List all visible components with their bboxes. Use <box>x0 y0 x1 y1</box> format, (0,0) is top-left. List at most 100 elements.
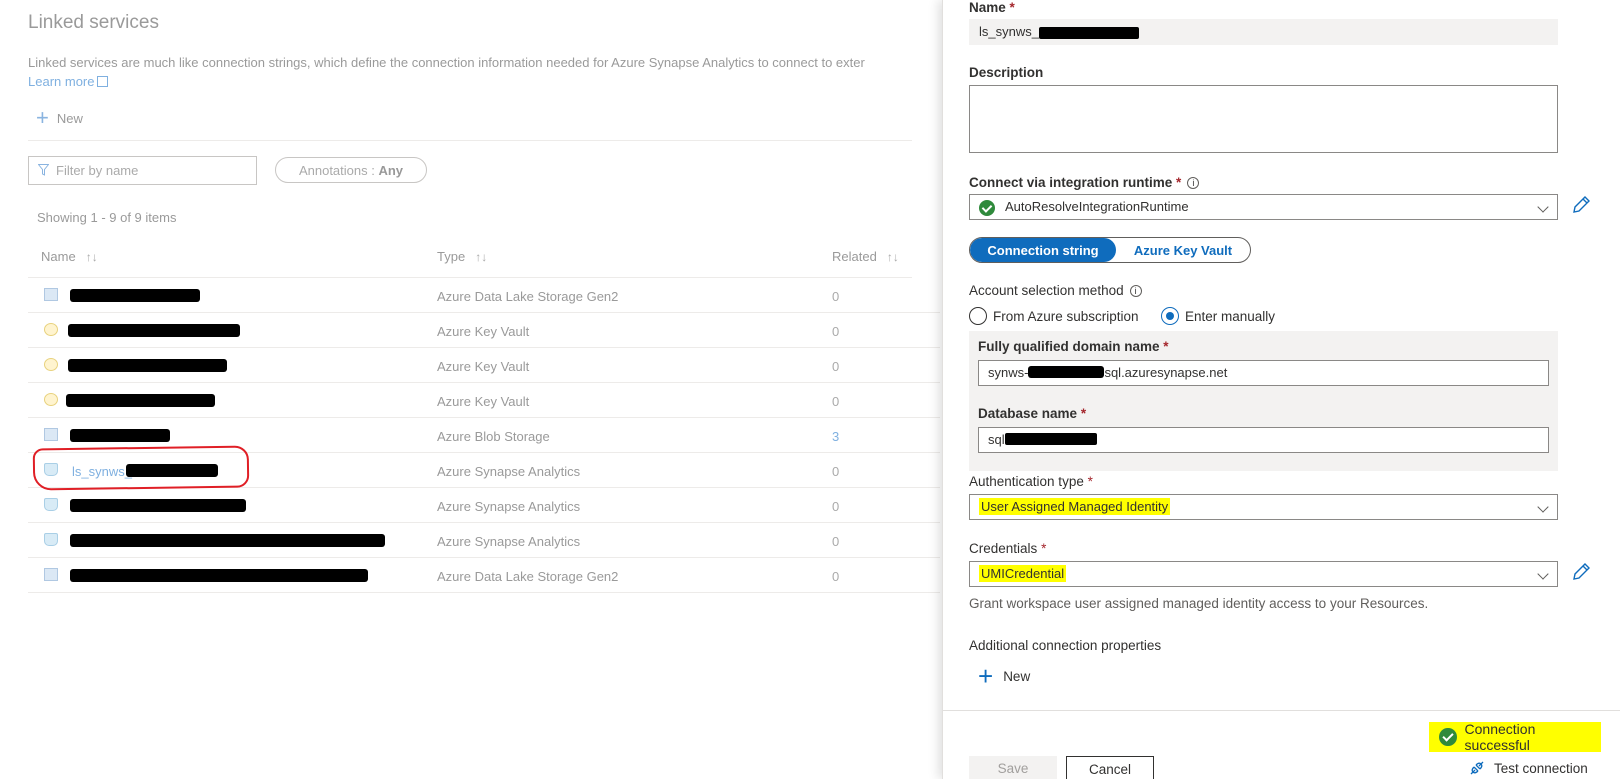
column-header-related[interactable]: Related ↑↓ <box>832 249 899 264</box>
radio-from-subscription[interactable]: From Azure subscription <box>969 307 1139 325</box>
table-row[interactable]: Azure Key Vault 0 <box>28 313 940 348</box>
chevron-down-icon <box>1537 201 1549 213</box>
filter-icon <box>38 164 49 176</box>
connection-mode-toggle[interactable]: Connection string Azure Key Vault <box>969 237 1251 263</box>
credentials-value: UMICredential <box>979 565 1067 582</box>
redacted-name <box>70 289 200 302</box>
plus-icon: + <box>36 105 49 130</box>
table-row[interactable]: Azure Key Vault 0 <box>28 348 940 383</box>
row-related: 0 <box>832 464 840 479</box>
filter-input[interactable]: Filter by name <box>28 156 257 185</box>
new-linked-service-button[interactable]: + New <box>36 105 83 130</box>
redacted-name <box>70 534 385 547</box>
fqdn-label: Fully qualified domain name * <box>978 339 1169 354</box>
info-icon[interactable]: i <box>1129 285 1142 297</box>
runtime-dropdown[interactable]: AutoResolveIntegrationRuntime <box>969 194 1558 220</box>
table-row[interactable]: Azure Data Lake Storage Gen2 0 <box>28 558 940 593</box>
test-connection-label: Test connection <box>1494 760 1588 776</box>
database-input[interactable]: sql <box>978 427 1549 453</box>
add-property-button[interactable]: + New <box>978 661 1030 691</box>
row-type: Azure Data Lake Storage Gen2 <box>437 289 619 304</box>
column-name-label: Name <box>41 249 76 264</box>
description-textarea[interactable] <box>969 85 1558 153</box>
row-related: 0 <box>832 394 840 409</box>
fqdn-prefix: synws- <box>988 365 1029 380</box>
name-input[interactable]: ls_synws_ <box>969 19 1558 45</box>
credentials-label-text: Credentials <box>969 541 1038 556</box>
plus-icon: + <box>978 661 994 691</box>
page-description: Linked services are much like connection… <box>28 55 865 70</box>
radio-circle-selected <box>1161 307 1179 325</box>
check-circle-icon <box>979 200 995 216</box>
redacted-value <box>1028 366 1105 378</box>
redacted-name <box>70 499 246 512</box>
check-circle-icon <box>1439 728 1457 746</box>
row-type: Azure Data Lake Storage Gen2 <box>437 569 619 584</box>
page-title: Linked services <box>28 12 159 33</box>
connection-status-text: Connection successful <box>1464 721 1536 753</box>
table-row[interactable]: Azure Data Lake Storage Gen2 0 <box>28 278 940 313</box>
connection-string-option[interactable]: Connection string <box>970 238 1116 262</box>
redacted-name <box>68 359 227 372</box>
row-type: Azure Synapse Analytics <box>437 464 581 479</box>
radio-circle <box>969 307 987 325</box>
required-mark: * <box>1041 541 1047 556</box>
items-count: Showing 1 - 9 of 9 items <box>37 210 177 225</box>
required-mark: * <box>1009 0 1015 15</box>
account-label-text: Account selection method <box>969 283 1124 298</box>
column-header-type[interactable]: Type ↑↓ <box>437 249 487 264</box>
annotations-label: Annotations : <box>298 163 375 178</box>
row-related: 0 <box>832 359 840 374</box>
fqdn-input[interactable]: synws-sql.azuresynapse.net <box>978 360 1549 386</box>
runtime-label: Connect via integration runtime * i <box>969 175 1200 190</box>
required-mark: * <box>1163 339 1169 354</box>
row-related-link[interactable]: 3 <box>832 429 839 444</box>
plug-icon <box>1470 761 1484 775</box>
auth-type-dropdown[interactable]: User Assigned Managed Identity <box>969 494 1558 520</box>
linked-service-edit-panel: Name * ls_synws_ Description Connect via… <box>942 0 1620 779</box>
learn-more-link[interactable]: Learn more <box>28 74 109 89</box>
key-vault-icon <box>44 358 58 371</box>
name-label-text: Name <box>969 0 1006 15</box>
table-row[interactable]: Azure Synapse Analytics 0 <box>28 488 940 523</box>
annotations-filter-pill[interactable]: Annotations : Any <box>275 157 427 183</box>
key-vault-icon <box>44 393 58 406</box>
row-type: Azure Key Vault <box>437 324 530 339</box>
auth-label-text: Authentication type <box>969 474 1084 489</box>
row-related: 0 <box>832 534 840 549</box>
account-selection-label: Account selection method i <box>969 283 1142 298</box>
key-vault-option[interactable]: Azure Key Vault <box>1116 238 1250 262</box>
row-related: 0 <box>832 324 840 339</box>
sort-icon: ↑↓ <box>886 250 899 264</box>
synapse-icon <box>44 533 58 546</box>
runtime-label-text: Connect via integration runtime <box>969 175 1173 190</box>
radio-enter-manually[interactable]: Enter manually <box>1161 307 1275 325</box>
row-type: Azure Synapse Analytics <box>437 499 581 514</box>
credentials-dropdown[interactable]: UMICredential <box>969 561 1558 587</box>
redacted-value <box>1004 433 1097 445</box>
test-connection-button[interactable]: Test connection <box>1468 759 1588 777</box>
credentials-label: Credentials * <box>969 541 1046 556</box>
red-annotation-circle <box>32 445 250 491</box>
connection-status: Connection successful <box>1429 721 1601 753</box>
name-label: Name * <box>969 0 1015 15</box>
chevron-down-icon <box>1537 568 1549 580</box>
cancel-button[interactable]: Cancel <box>1066 756 1154 779</box>
filter-placeholder: Filter by name <box>56 163 139 178</box>
sort-icon: ↑↓ <box>475 250 488 264</box>
column-header-name[interactable]: Name ↑↓ <box>41 249 98 264</box>
divider <box>28 140 912 141</box>
row-related: 0 <box>832 499 840 514</box>
info-icon[interactable]: i <box>1187 177 1200 189</box>
linked-services-page: Linked services Linked services are much… <box>0 0 942 779</box>
edit-pencil-icon[interactable] <box>1570 561 1592 583</box>
redacted-name <box>70 569 368 582</box>
footer-divider <box>943 710 1620 711</box>
table-row[interactable]: Azure Synapse Analytics 0 <box>28 523 940 558</box>
save-button[interactable]: Save <box>969 756 1057 779</box>
table-row[interactable]: Azure Key Vault 0 <box>28 383 940 418</box>
auth-type-value: User Assigned Managed Identity <box>979 498 1171 515</box>
edit-pencil-icon[interactable] <box>1570 194 1592 216</box>
required-mark: * <box>1087 474 1093 489</box>
external-link-icon <box>97 76 109 87</box>
